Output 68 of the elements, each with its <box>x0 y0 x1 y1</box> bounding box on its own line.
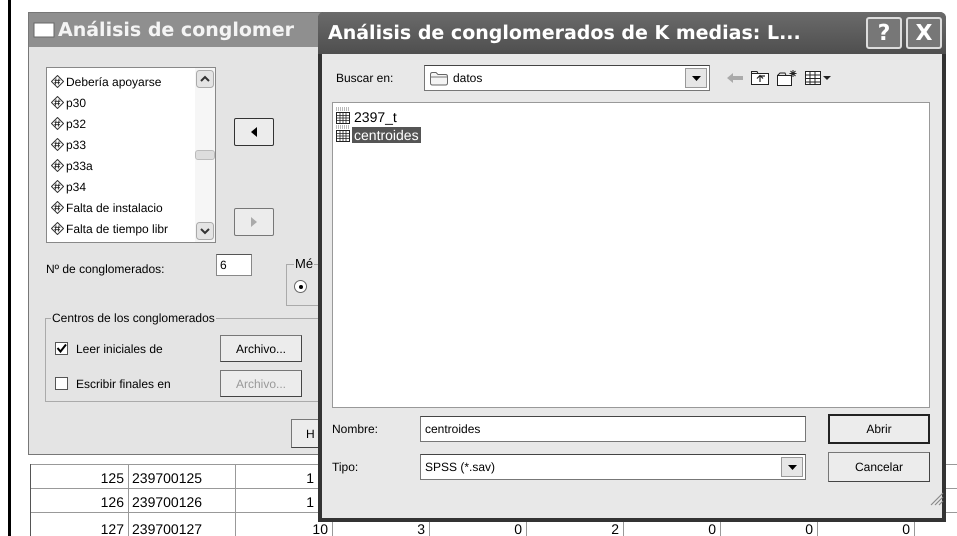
window-icon <box>33 22 55 38</box>
checkbox-label: Escribir finales en <box>76 376 172 390</box>
right-triangle-icon <box>250 217 258 227</box>
type-dropdown[interactable]: SPSS (*.sav) <box>420 454 806 480</box>
name-field[interactable]: centroides <box>420 416 806 442</box>
diamond-icon <box>51 222 64 235</box>
folder-icon <box>429 70 449 86</box>
file-item[interactable]: centroides <box>335 125 927 143</box>
table-cell: 239700127 <box>129 513 236 536</box>
cancel-button[interactable]: Cancelar <box>828 452 930 482</box>
list-item[interactable]: Falta de instalacio <box>47 197 195 218</box>
caret-icon <box>788 464 796 470</box>
diamond-icon <box>51 117 64 130</box>
spreadsheet-icon <box>335 125 351 143</box>
diamond-icon <box>51 201 64 214</box>
view-menu-icon[interactable] <box>804 70 832 86</box>
folder-dropdown[interactable]: datos <box>424 65 710 91</box>
new-folder-icon[interactable] <box>776 69 798 87</box>
window-title: Análisis de conglomer <box>58 19 294 41</box>
left-triangle-icon <box>250 127 258 137</box>
dropdown-button[interactable] <box>781 457 803 477</box>
diamond-icon <box>51 75 64 88</box>
scrollbar[interactable] <box>195 68 215 242</box>
file-button[interactable]: Archivo... <box>220 335 302 362</box>
variable-list[interactable]: Debería apoyarse p30 p32 p33 p33a p34 Falta de instalacio Falta de tiempo libr <box>46 67 216 243</box>
diamond-icon <box>51 96 64 109</box>
checkbox[interactable] <box>55 377 68 390</box>
diamond-icon <box>51 180 64 193</box>
close-button[interactable]: X <box>906 17 942 49</box>
list-item[interactable]: p34 <box>47 176 195 197</box>
table-cell: 239700126 <box>129 489 236 512</box>
look-in-label: Buscar en: <box>335 71 394 85</box>
window-title: Análisis de conglomerados de K medias: L... <box>328 22 802 44</box>
scrollbar-thumb[interactable] <box>195 150 215 160</box>
list-item[interactable]: p30 <box>47 92 195 113</box>
type-label: Tipo: <box>332 460 360 474</box>
list-item[interactable]: Falta de tiempo libr <box>47 218 195 239</box>
scroll-down-icon[interactable] <box>196 222 214 240</box>
group-title: Mé <box>294 256 314 271</box>
file-list[interactable]: 2397_t centroides <box>332 102 930 408</box>
list-item[interactable]: p32 <box>47 113 195 134</box>
help-button[interactable]: ? <box>866 17 902 49</box>
diamond-icon <box>51 138 64 151</box>
list-item[interactable]: p33 <box>47 134 195 155</box>
table-cell: 127 <box>31 513 129 536</box>
move-button[interactable] <box>234 118 274 146</box>
name-label: Nombre: <box>332 422 380 436</box>
list-item[interactable]: Debería apoyarse <box>47 71 195 92</box>
up-folder-icon[interactable] <box>750 70 770 86</box>
checkmark-icon <box>56 343 67 354</box>
list-item[interactable]: p33a <box>47 155 195 176</box>
table-cell: 239700125 <box>129 465 236 488</box>
table-cell: 125 <box>31 465 129 488</box>
caret-icon <box>692 76 700 80</box>
clusters-field[interactable]: 6 <box>216 254 252 276</box>
open-button[interactable]: Abrir <box>828 414 930 444</box>
file-item[interactable]: 2397_t <box>335 107 927 125</box>
scroll-up-icon[interactable] <box>196 70 214 88</box>
clusters-label: Nº de conglomerados: <box>46 262 166 276</box>
group-title: Centros de los conglomerados <box>51 311 216 325</box>
radio-button[interactable] <box>294 280 307 293</box>
dropdown-button[interactable] <box>685 68 707 88</box>
resize-grip-icon[interactable] <box>928 490 944 506</box>
diamond-icon <box>51 159 64 172</box>
checkbox-label: Leer iniciales de <box>76 342 164 356</box>
table-cell: 126 <box>31 489 129 512</box>
spreadsheet-icon <box>335 107 351 125</box>
checkbox[interactable] <box>55 342 68 355</box>
